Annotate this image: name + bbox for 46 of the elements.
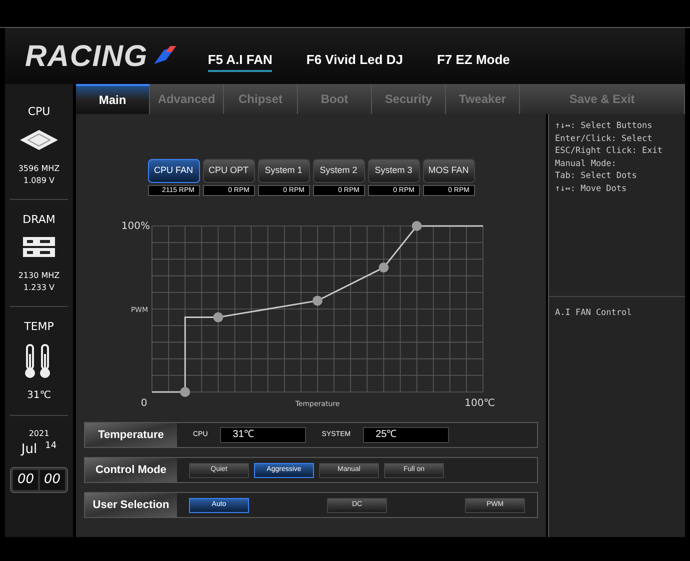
y-max-label: 100% xyxy=(121,221,150,232)
dram-title: DRAM xyxy=(22,212,56,228)
menu-tab[interactable]: Main xyxy=(76,84,150,114)
date-day: 14 xyxy=(45,440,57,453)
cpu-frequency: 3596 MHZ xyxy=(18,162,60,174)
help-line: Enter/Click: Select xyxy=(555,132,654,145)
fan-tab[interactable]: System 2 xyxy=(312,159,364,183)
item-description: A.I FAN Control xyxy=(555,308,632,318)
fan-tab[interactable]: CPU OPT xyxy=(202,159,254,183)
row-label: Temperature xyxy=(85,423,177,447)
help-line: Manual Mode: xyxy=(555,158,618,170)
x-min-label: 0 xyxy=(140,398,148,409)
row-label: User Selection xyxy=(85,493,177,517)
help-line: Tab: Select Dots xyxy=(555,170,638,182)
cpu-temp-field: 31℃ xyxy=(220,427,306,443)
system-temp-field: 25℃ xyxy=(362,427,449,443)
hotkey-link[interactable]: F7 EZ Mode xyxy=(436,50,510,72)
fan-tab[interactable]: CPU FAN xyxy=(148,159,200,183)
date-year: 2021 xyxy=(28,428,50,440)
clock-minutes: 00 xyxy=(40,470,65,490)
help-line: ↑↓↔: Select Buttons xyxy=(555,120,654,132)
row-label: Control Mode xyxy=(85,458,177,482)
temp-title: TEMP xyxy=(24,319,54,335)
cpu-voltage: 1.089 V xyxy=(24,174,54,186)
help-line: ↑↓↔: Move Dots xyxy=(555,182,628,195)
date-month: Jul xyxy=(21,440,38,458)
curve-point[interactable] xyxy=(412,221,422,231)
dram-voltage: 1.233 V xyxy=(24,282,54,294)
memory-icon xyxy=(22,236,56,258)
hotkey-link[interactable]: F5 A.I FAN xyxy=(208,50,272,72)
curve-point[interactable] xyxy=(312,296,322,306)
fan-tab[interactable]: System 1 xyxy=(258,159,310,183)
cpu-title: CPU xyxy=(28,104,50,120)
curve-point[interactable] xyxy=(213,312,224,322)
dram-frequency: 2130 MHZ xyxy=(18,270,60,282)
temp-value: 31℃ xyxy=(27,388,51,402)
curve-point[interactable] xyxy=(180,387,190,397)
fan-tab[interactable]: System 3 xyxy=(368,159,420,183)
hotkey-link[interactable]: F6 Vivid Led DJ xyxy=(306,50,403,72)
fan-tab[interactable]: MOS FAN xyxy=(422,159,474,183)
clock-hours: 00 xyxy=(13,470,38,490)
curve-point[interactable] xyxy=(378,262,389,272)
logo-text: RACING xyxy=(25,38,148,74)
x-max-label: 100℃ xyxy=(464,398,495,409)
help-line: ESC/Right Click: Exit xyxy=(555,145,664,158)
chip-icon xyxy=(19,128,59,150)
